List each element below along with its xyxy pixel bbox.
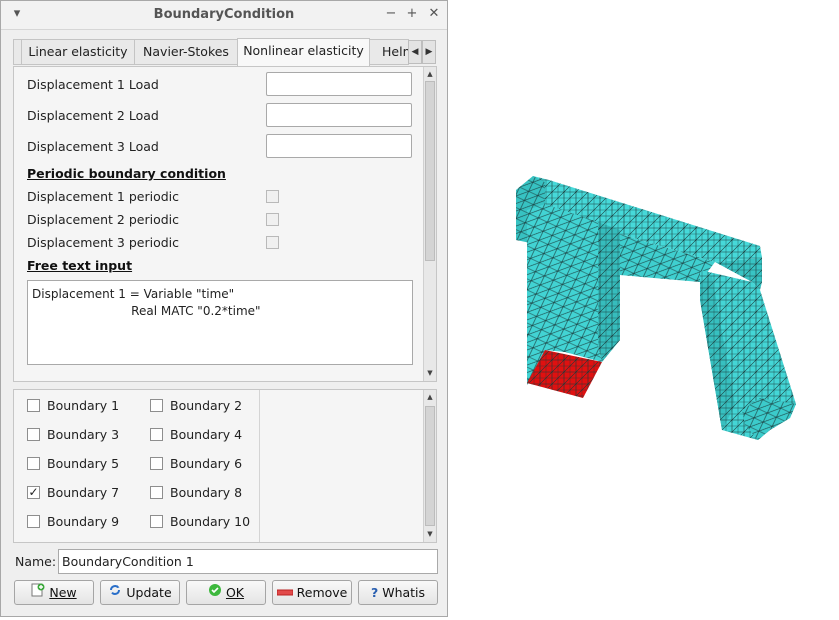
displacement-3-load-label: Displacement 3 Load — [27, 139, 159, 154]
displacement-3-periodic-checkbox[interactable] — [266, 236, 279, 249]
displacement-2-periodic-checkbox[interactable] — [266, 213, 279, 226]
mesh-viewport[interactable] — [449, 0, 839, 617]
free-text-input[interactable]: Displacement 1 = Variable "time" Real MA… — [27, 280, 413, 365]
tab-overflow-left[interactable] — [13, 39, 21, 65]
boundary-scroll-up-icon[interactable]: ▲ — [424, 391, 436, 403]
periodic-heading: Periodic boundary condition — [27, 166, 226, 181]
panel-scroll-thumb[interactable] — [425, 81, 435, 261]
boundary-6-label: Boundary 6 — [170, 456, 243, 471]
boundary-6-checkbox[interactable] — [150, 457, 163, 470]
boundary-10-label: Boundary 10 — [170, 514, 251, 529]
name-label: Name: — [15, 554, 57, 569]
boundary-7-label: Boundary 7 — [47, 485, 120, 500]
displacement-1-load-label: Displacement 1 Load — [27, 77, 159, 92]
boundary-2-checkbox[interactable] — [150, 399, 163, 412]
boundary-7-checkbox[interactable]: ✓ — [27, 486, 40, 499]
tab-helmholtz[interactable]: Helm — [369, 39, 409, 65]
boundary-scrollbar[interactable]: ▲ ▼ — [423, 390, 436, 542]
displacement-2-periodic-label: Displacement 2 periodic — [27, 212, 179, 227]
boundary-scroll-thumb[interactable] — [425, 406, 435, 526]
panel-scrollbar[interactable]: ▲ ▼ — [423, 67, 436, 381]
displacement-2-load-label: Displacement 2 Load — [27, 108, 159, 123]
boundary-scroll-down-icon[interactable]: ▼ — [424, 528, 436, 540]
free-text-heading: Free text input — [27, 258, 133, 273]
boundary-2-label: Boundary 2 — [170, 398, 243, 413]
minimize-icon[interactable]: − — [383, 6, 399, 22]
new-button[interactable]: New — [14, 580, 94, 605]
remove-icon — [276, 581, 294, 604]
whatis-button-label: Whatis — [382, 585, 426, 600]
boundary-4-label: Boundary 4 — [170, 427, 243, 442]
remove-button[interactable]: Remove — [272, 580, 352, 605]
column-divider — [259, 390, 260, 542]
boundary-9-checkbox[interactable] — [27, 515, 40, 528]
tab-scroll-right-icon[interactable]: ▶ — [422, 40, 436, 64]
displacement-1-load-input[interactable] — [266, 72, 412, 96]
close-icon[interactable]: ✕ — [426, 6, 442, 22]
boundary-9-label: Boundary 9 — [47, 514, 120, 529]
window-title: BoundaryCondition — [153, 7, 295, 22]
ok-button[interactable]: OK — [186, 580, 266, 605]
boundary-5-label: Boundary 5 — [47, 456, 120, 471]
scroll-down-icon[interactable]: ▼ — [424, 367, 436, 379]
question-icon: ? — [370, 585, 379, 600]
check-icon — [208, 581, 222, 604]
tab-navier-stokes[interactable]: Navier-Stokes — [134, 39, 238, 65]
whatis-button[interactable]: ? Whatis — [358, 580, 438, 605]
displacement-3-load-input[interactable] — [266, 134, 412, 158]
displacement-1-periodic-label: Displacement 1 periodic — [27, 189, 179, 204]
displacement-2-load-input[interactable] — [266, 103, 412, 127]
mesh-geometry — [516, 176, 796, 440]
title-bar[interactable]: ▾ BoundaryCondition − + ✕ — [1, 1, 447, 30]
new-document-icon — [31, 581, 45, 604]
new-button-label: New — [49, 585, 77, 600]
equation-tabs: Linear elasticity Navier-Stokes Nonlinea… — [13, 38, 437, 67]
boundary-8-label: Boundary 8 — [170, 485, 243, 500]
tab-nonlinear-elasticity[interactable]: Nonlinear elasticity — [237, 38, 370, 66]
displacement-3-periodic-label: Displacement 3 periodic — [27, 235, 179, 250]
displacement-1-periodic-checkbox[interactable] — [266, 190, 279, 203]
tab-scroll-left-icon[interactable]: ◀ — [408, 40, 422, 64]
update-button[interactable]: Update — [100, 580, 180, 605]
boundary-1-label: Boundary 1 — [47, 398, 120, 413]
boundary-10-checkbox[interactable] — [150, 515, 163, 528]
name-input[interactable]: BoundaryCondition 1 — [58, 549, 438, 574]
boundary-5-checkbox[interactable] — [27, 457, 40, 470]
boundary-8-checkbox[interactable] — [150, 486, 163, 499]
update-button-label: Update — [126, 585, 172, 600]
boundary-3-label: Boundary 3 — [47, 427, 120, 442]
maximize-icon[interactable]: + — [404, 6, 420, 22]
refresh-icon — [108, 581, 122, 604]
tab-linear-elasticity[interactable]: Linear elasticity — [21, 39, 135, 65]
ok-button-label: OK — [225, 585, 245, 600]
boundary-4-checkbox[interactable] — [150, 428, 163, 441]
remove-button-label: Remove — [296, 585, 348, 600]
scroll-up-icon[interactable]: ▲ — [424, 68, 436, 80]
equation-settings-panel: Displacement 1 Load Displacement 2 Load … — [13, 66, 437, 382]
boundary-list-panel: Boundary 1 Boundary 2 Boundary 3 Boundar… — [13, 389, 437, 543]
boundary-condition-dialog: ▾ BoundaryCondition − + ✕ Linear elastic… — [0, 0, 448, 617]
boundary-3-checkbox[interactable] — [27, 428, 40, 441]
boundary-1-checkbox[interactable] — [27, 399, 40, 412]
